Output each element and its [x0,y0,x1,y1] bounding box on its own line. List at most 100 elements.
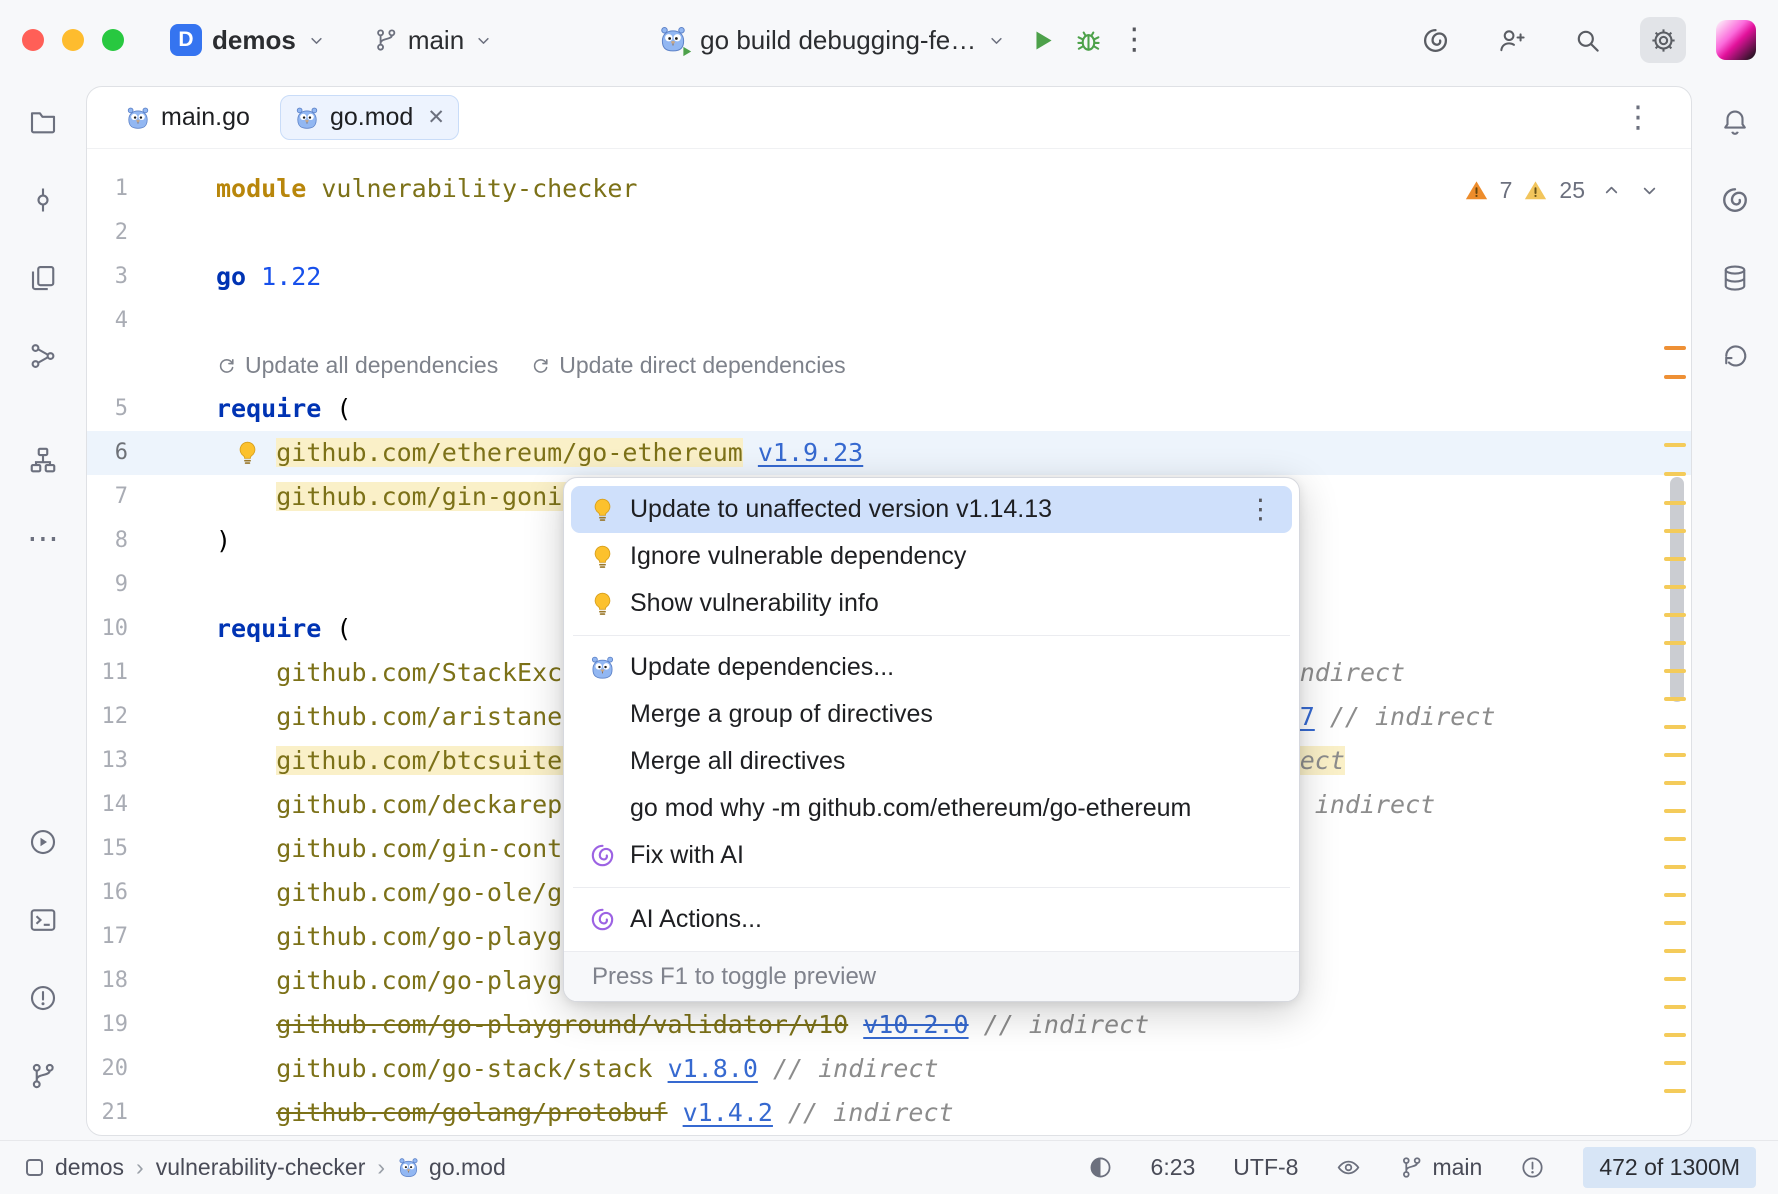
stripe-warning-mark[interactable] [1664,375,1686,379]
run-configuration-widget[interactable]: go build debugging-fe… [646,16,1019,64]
stripe-weak-warning-mark[interactable] [1664,472,1686,476]
code-line[interactable]: 21 github.com/golang/protobuf v1.4.2 // … [87,1091,1691,1135]
stripe-weak-warning-mark[interactable] [1664,443,1686,447]
project-window-icon[interactable] [26,1159,43,1176]
line-number: 6 [87,431,128,475]
code-line[interactable]: 1module vulnerability-checker [87,167,1691,211]
code-line[interactable]: 3go 1.22 [87,255,1691,299]
zoom-window-button[interactable] [102,29,124,51]
inlay-hints-row[interactable]: Update all dependencies Update direct dep… [87,343,1691,387]
bulb-icon [587,589,617,619]
tab-main-go[interactable]: main.go [111,95,264,140]
menu-item[interactable]: go mod why -m github.com/ethereum/go-eth… [571,785,1292,832]
menu-item[interactable]: Merge all directives [571,738,1292,785]
stripe-weak-warning-mark[interactable] [1664,613,1686,617]
file-encoding[interactable]: UTF-8 [1233,1154,1298,1181]
ai-assistant-icon[interactable] [1412,17,1458,63]
git-branch-status-widget[interactable]: main [1399,1154,1482,1181]
debug-button[interactable] [1065,17,1111,63]
stripe-weak-warning-mark[interactable] [1664,641,1686,645]
stripe-weak-warning-mark[interactable] [1664,977,1686,981]
close-tab-icon[interactable]: ✕ [427,105,445,130]
menu-item[interactable]: Ignore vulnerable dependency [571,533,1292,580]
stripe-weak-warning-mark[interactable] [1664,1061,1686,1065]
stripe-weak-warning-mark[interactable] [1664,809,1686,813]
code-line[interactable]: 5require ( [87,387,1691,431]
more-run-actions-button[interactable]: ⋮ [1111,17,1157,63]
code-line[interactable]: 20 github.com/go-stack/stack v1.8.0 // i… [87,1047,1691,1091]
stripe-weak-warning-mark[interactable] [1664,781,1686,785]
inlay-update-all-dependencies[interactable]: Update all dependencies [216,343,498,387]
history-icon[interactable] [1707,328,1763,384]
run-icon[interactable] [15,814,71,870]
problems-icon[interactable] [15,970,71,1026]
code-line[interactable]: 4 [87,299,1691,343]
more-icon[interactable]: ⋯ [15,510,71,566]
inlay-update-direct-dependencies[interactable]: Update direct dependencies [530,343,845,387]
breadcrumb-project[interactable]: demos [55,1154,124,1181]
project-widget[interactable]: D demos [158,16,339,64]
stripe-weak-warning-mark[interactable] [1664,697,1686,701]
folder-icon[interactable] [15,94,71,150]
memory-indicator[interactable]: 472 of 1300M [1583,1147,1756,1188]
menu-item-more-icon[interactable]: ⋮ [1241,494,1280,525]
next-problem-button[interactable] [1638,179,1661,202]
highlighting-eye-icon[interactable] [1336,1155,1361,1180]
stripe-weak-warning-mark[interactable] [1664,557,1686,561]
stripe-weak-warning-mark[interactable] [1664,529,1686,533]
add-user-icon[interactable] [1488,17,1534,63]
settings-icon[interactable] [1640,17,1686,63]
tab-options-icon[interactable]: ⋮ [1623,100,1653,135]
stripe-weak-warning-mark[interactable] [1664,501,1686,505]
menu-item[interactable]: Merge a group of directives [571,691,1292,738]
run-button[interactable] [1019,17,1065,63]
contrast-icon[interactable] [1088,1155,1113,1180]
status-bar: demos › vulnerability-checker › go.mod 6… [0,1140,1778,1194]
caret-position[interactable]: 6:23 [1151,1154,1196,1181]
menu-item[interactable]: Update to unaffected version v1.14.13⋮ [571,486,1292,533]
stripe-weak-warning-mark[interactable] [1664,865,1686,869]
search-icon[interactable] [1564,17,1610,63]
structure-icon[interactable] [15,432,71,488]
breadcrumb-file[interactable]: go.mod [429,1154,506,1181]
menu-item[interactable]: Update dependencies... [571,644,1292,691]
menu-item[interactable]: AI Actions... [571,896,1292,943]
inspections-widget[interactable]: 7 25 [1464,177,1661,204]
copy-icon[interactable] [15,250,71,306]
intention-bulb-icon[interactable] [234,439,261,466]
pull-requests-icon[interactable] [15,328,71,384]
terminal-icon[interactable] [15,892,71,948]
code-line[interactable]: 19 github.com/go-playground/validator/v1… [87,1003,1691,1047]
stripe-weak-warning-mark[interactable] [1664,585,1686,589]
ai-assistant-icon[interactable] [1707,172,1763,228]
menu-item[interactable]: Show vulnerability info [571,580,1292,627]
stripe-weak-warning-mark[interactable] [1664,893,1686,897]
tab-go-mod[interactable]: go.mod ✕ [280,95,459,140]
code-line[interactable]: 2 [87,211,1691,255]
git-branch-widget[interactable]: main [361,17,506,64]
code-text: module vulnerability-checker [128,167,637,211]
previous-problem-button[interactable] [1600,179,1623,202]
warning-strong-icon [1464,178,1489,203]
minimize-window-button[interactable] [62,29,84,51]
stripe-weak-warning-mark[interactable] [1664,1005,1686,1009]
stripe-warning-mark[interactable] [1664,346,1686,350]
stripe-weak-warning-mark[interactable] [1664,753,1686,757]
stripe-weak-warning-mark[interactable] [1664,921,1686,925]
alert-icon[interactable] [1520,1155,1545,1180]
breadcrumb-module[interactable]: vulnerability-checker [156,1154,366,1181]
database-icon[interactable] [1707,250,1763,306]
stripe-weak-warning-mark[interactable] [1664,725,1686,729]
stripe-weak-warning-mark[interactable] [1664,1089,1686,1093]
git-branch-icon[interactable] [15,1048,71,1104]
menu-item[interactable]: Fix with AI [571,832,1292,879]
close-window-button[interactable] [22,29,44,51]
stripe-weak-warning-mark[interactable] [1664,837,1686,841]
notifications-icon[interactable] [1707,94,1763,150]
commit-icon[interactable] [15,172,71,228]
stripe-weak-warning-mark[interactable] [1664,669,1686,673]
code-line[interactable]: 6 github.com/ethereum/go-ethereum v1.9.2… [87,431,1691,475]
stripe-weak-warning-mark[interactable] [1664,949,1686,953]
avatar[interactable] [1716,20,1756,60]
stripe-weak-warning-mark[interactable] [1664,1033,1686,1037]
